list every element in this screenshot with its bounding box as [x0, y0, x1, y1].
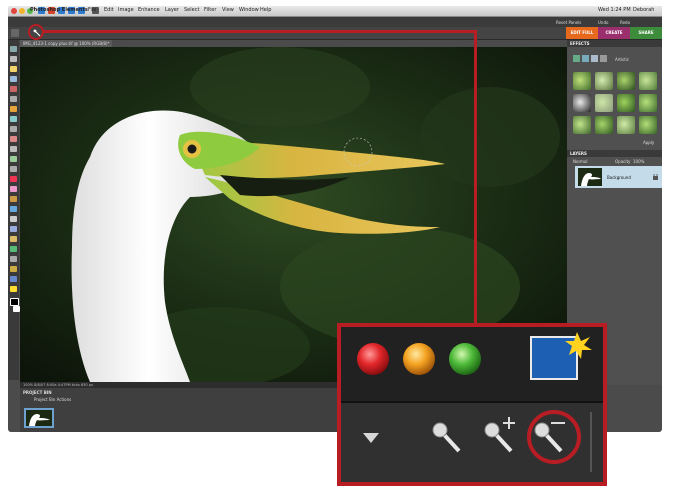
callout-line	[43, 30, 477, 33]
menu-window[interactable]: Window	[239, 7, 259, 13]
smart-brush-icon[interactable]	[10, 246, 17, 252]
blend-mode-dropdown[interactable]: Normal	[573, 159, 587, 164]
clone-icon[interactable]	[10, 156, 17, 162]
zoom-callout	[337, 323, 607, 486]
project-bin-thumbnail[interactable]	[24, 408, 54, 428]
project-bin-title: PROJECT BIN	[23, 390, 52, 395]
app-name: Photoshop Elements	[30, 7, 88, 13]
tools-panel	[8, 40, 20, 380]
foreground-color-icon[interactable]	[10, 298, 19, 306]
close-icon[interactable]	[11, 8, 17, 14]
menu-file[interactable]: File	[88, 7, 96, 13]
effects-apply-button[interactable]: Apply	[643, 140, 654, 145]
crop-icon[interactable]	[10, 126, 17, 132]
tab-share[interactable]: SHARE	[630, 27, 662, 39]
layer-row-background[interactable]: Background	[575, 166, 662, 188]
effect-thumbnail[interactable]	[639, 116, 657, 134]
menu-view[interactable]: View	[222, 7, 234, 13]
type-icon[interactable]	[10, 116, 17, 122]
effects-filter-dropdown[interactable]: Artistic	[615, 57, 629, 62]
effects-panel-title: EFFECTS	[567, 40, 662, 47]
undo-button[interactable]: Undo	[598, 20, 608, 25]
eraser-icon[interactable]	[10, 166, 17, 172]
menu-edit[interactable]: Edit	[104, 7, 114, 13]
callout-line	[474, 30, 477, 324]
lasso-icon[interactable]	[10, 96, 17, 102]
layer-thumbnail	[578, 168, 602, 186]
zoom-tool-icon[interactable]	[10, 56, 17, 62]
tool-preset-icon[interactable]	[11, 29, 19, 37]
quick-selection-icon[interactable]	[10, 106, 17, 112]
menu-image[interactable]: Image	[118, 7, 134, 13]
layers-panel-title: LAYERS	[567, 150, 662, 157]
blur-icon[interactable]	[10, 226, 17, 232]
mode-tabs: EDIT FULL CREATE SHARE	[566, 27, 662, 39]
healing-icon[interactable]	[10, 146, 17, 152]
effect-thumbnail[interactable]	[617, 72, 635, 90]
redo-button[interactable]: Redo	[620, 20, 630, 25]
cookie-cutter-icon[interactable]	[10, 276, 17, 282]
menu-layer[interactable]: Layer	[165, 7, 179, 13]
custom-shape-icon[interactable]	[10, 266, 17, 272]
effect-thumbnail[interactable]	[595, 72, 613, 90]
menu-enhance[interactable]: Enhance	[138, 7, 160, 13]
options-toolbar	[8, 27, 662, 40]
clock: Wed 1:24 PM	[598, 7, 631, 13]
effect-thumbnail[interactable]	[617, 94, 635, 112]
menu-select[interactable]: Select	[184, 7, 199, 13]
effect-thumbnail[interactable]	[639, 72, 657, 90]
marquee-icon[interactable]	[10, 86, 17, 92]
opacity-label: Opacity	[615, 159, 631, 164]
gradient-icon[interactable]	[10, 206, 17, 212]
menu-bar: Photoshop Elements File Edit Image Enhan…	[8, 6, 662, 17]
minimize-icon	[403, 343, 435, 375]
user-name[interactable]: Deborah	[633, 7, 654, 13]
opacity-field[interactable]: 100%	[633, 159, 644, 164]
lock-icon[interactable]	[653, 174, 658, 180]
menu-help[interactable]: Help	[260, 7, 271, 13]
paint-bucket-icon[interactable]	[10, 196, 17, 202]
effect-thumbnail[interactable]	[573, 72, 591, 90]
effects-category-icons[interactable]	[573, 55, 609, 63]
effect-thumbnail[interactable]	[595, 94, 613, 112]
zoomed-toolbar	[341, 327, 603, 482]
pencil-icon[interactable]	[10, 186, 17, 192]
straighten-icon[interactable]	[10, 286, 17, 292]
effect-thumbnail[interactable]	[573, 94, 591, 112]
red-eye-icon[interactable]	[10, 136, 17, 142]
minimize-icon[interactable]	[19, 8, 25, 14]
close-icon	[357, 343, 389, 375]
zoom-icon	[449, 343, 481, 375]
project-bin-actions-dropdown[interactable]: Project Bin Actions	[34, 397, 71, 402]
brush-icon[interactable]	[10, 176, 17, 182]
menu-filter[interactable]: Filter	[204, 7, 216, 13]
layer-name: Background	[607, 175, 631, 180]
sponge-icon[interactable]	[10, 236, 17, 242]
effects-thumbnails	[573, 72, 657, 134]
reset-panels-button[interactable]: Reset Panels	[556, 20, 581, 25]
eyedropper-icon[interactable]	[10, 76, 17, 82]
document-tab[interactable]: IMG_4123-1 copy plus.tif @ 100% (RGB/8)*	[20, 40, 112, 47]
panel-bar: Reset Panels Undo Redo	[8, 17, 662, 27]
effect-thumbnail[interactable]	[573, 116, 591, 134]
tab-edit-full[interactable]: EDIT FULL	[566, 27, 598, 39]
effect-thumbnail[interactable]	[595, 116, 613, 134]
move-tool-icon[interactable]	[10, 46, 17, 52]
effect-thumbnail[interactable]	[639, 94, 657, 112]
callout-marker	[28, 24, 44, 40]
effect-thumbnail[interactable]	[617, 116, 635, 134]
dodge-icon[interactable]	[10, 256, 17, 262]
hand-tool-icon[interactable]	[10, 66, 17, 72]
tab-create[interactable]: CREATE	[598, 27, 630, 39]
background-color-icon[interactable]	[13, 306, 20, 312]
shape-icon[interactable]	[10, 216, 17, 222]
